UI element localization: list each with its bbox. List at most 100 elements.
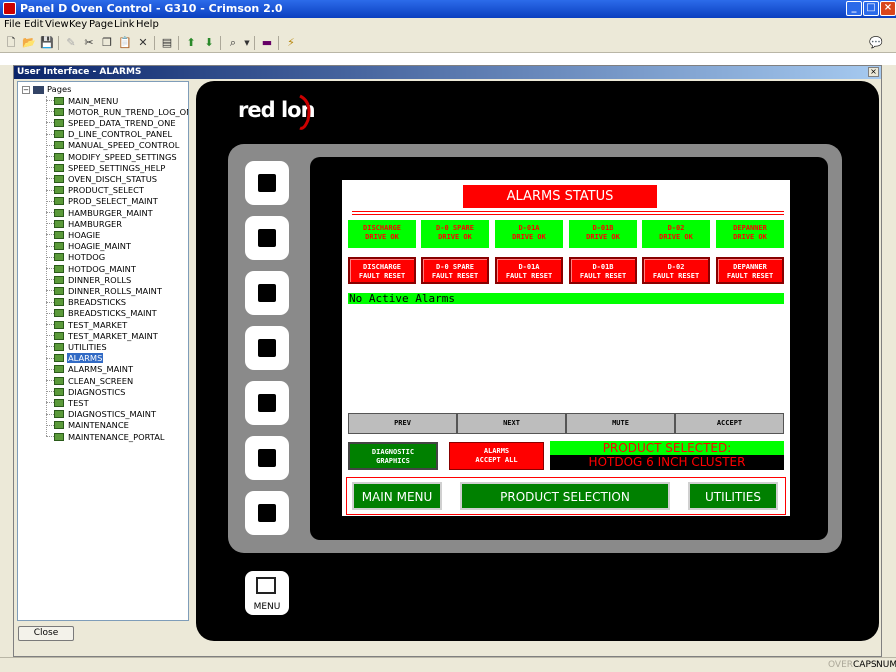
fault-reset-d01a-button[interactable]: D-01A FAULT RESET — [495, 257, 563, 284]
close-child-icon[interactable]: × — [868, 67, 879, 77]
tree-item-label: CLEAN_SCREEN — [68, 375, 134, 386]
diagnostic-graphics-button[interactable]: DIAGNOSTIC GRAPHICS — [348, 442, 438, 470]
tree-item-hoagie[interactable]: HOAGIE — [46, 229, 101, 240]
tree-item-oven-disch-status[interactable]: OVEN_DISCH_STATUS — [46, 173, 158, 184]
arrow-up-icon[interactable]: ⬆ — [183, 35, 199, 51]
properties-icon[interactable]: ▤ — [159, 35, 175, 51]
soft-key-3[interactable] — [245, 271, 289, 315]
tree-item-test[interactable]: TEST — [46, 397, 90, 408]
tree-item-speed-settings-help[interactable]: SPEED_SETTINGS_HELP — [46, 162, 166, 173]
tree-item-hotdog[interactable]: HOTDOG — [46, 252, 106, 263]
menu-link[interactable]: Link — [114, 19, 134, 30]
cut-icon[interactable]: ✂ — [81, 35, 97, 51]
accept-button[interactable]: ACCEPT — [675, 413, 784, 434]
paste-icon[interactable]: 📋 — [117, 35, 133, 51]
menu-file[interactable]: File — [4, 19, 21, 30]
soft-key-4[interactable] — [245, 326, 289, 370]
tree-item-maintenance[interactable]: MAINTENANCE — [46, 420, 130, 431]
tree-item-speed-data-trend-one[interactable]: SPEED_DATA_TREND_ONE — [46, 117, 177, 128]
menu-help[interactable]: Help — [136, 19, 159, 30]
fault-reset-discharge-button[interactable]: DISCHARGE FAULT RESET — [348, 257, 416, 284]
tree-item-modify-speed-settings[interactable]: MODIFY_SPEED_SETTINGS — [46, 151, 178, 162]
tree-item-diagnostics-maint[interactable]: DIAGNOSTICS_MAINT — [46, 409, 157, 420]
page-icon — [54, 118, 64, 127]
tree-item-utilities[interactable]: UTILITIES — [46, 341, 108, 352]
page-icon — [54, 342, 64, 351]
tree-item-breadsticks[interactable]: BREADSTICKS — [46, 297, 127, 308]
close-window-icon[interactable]: × — [880, 1, 896, 16]
tree-item-label: BREADSTICKS — [68, 297, 127, 308]
tree-item-hamburger[interactable]: HAMBURGER — [46, 218, 123, 229]
fault-reset-d0-spare-button[interactable]: D-0 SPARE FAULT RESET — [421, 257, 489, 284]
menu-key[interactable]: Key — [69, 19, 87, 30]
menu-page[interactable]: Page — [89, 19, 113, 30]
tree-item-alarms-maint[interactable]: ALARMS_MAINT — [46, 364, 134, 375]
copy-icon[interactable]: ❐ — [99, 35, 115, 51]
tree-item-manual-speed-control[interactable]: MANUAL_SPEED_CONTROL — [46, 140, 180, 151]
soft-key-1[interactable] — [245, 161, 289, 205]
open-folder-icon[interactable]: 📂 — [21, 35, 37, 51]
tree-item-hoagie-maint[interactable]: HOAGIE_MAINT — [46, 241, 132, 252]
new-file-icon[interactable]: 🗋 — [3, 35, 19, 51]
tree-item-d-line-control-panel[interactable]: D_LINE_CONTROL_PANEL — [46, 129, 173, 140]
tree-item-product-select[interactable]: PRODUCT_SELECT — [46, 185, 145, 196]
help-balloon-icon[interactable]: 💬 — [868, 35, 884, 51]
page-icon — [54, 208, 64, 217]
tree-item-label: ALARMS — [67, 353, 104, 364]
soft-key-2[interactable] — [245, 216, 289, 260]
tree-item-motor-run-trend-log-one[interactable]: MOTOR_RUN_TREND_LOG_ONE — [46, 106, 188, 117]
fault-reset-depanner-button[interactable]: DEPANNER FAULT RESET — [716, 257, 784, 284]
toolbar: 🗋 📂 💾 ✎ ✂ ❐ 📋 ✕ ▤ ⬆ ⬇ ⌕ ▼ ▬ ⚡ 💬 — [0, 33, 896, 53]
chevron-down-icon[interactable]: ▼ — [239, 35, 255, 51]
window-title: Panel D Oven Control - G310 - Crimson 2.… — [20, 2, 283, 15]
display-icon[interactable]: ▬ — [259, 35, 275, 51]
tree-item-label: MAIN_MENU — [68, 95, 119, 106]
utilities-button[interactable]: UTILITIES — [688, 482, 778, 510]
tree-item-test-market[interactable]: TEST_MARKET — [46, 319, 128, 330]
tree-item-breadsticks-maint[interactable]: BREADSTICKS_MAINT — [46, 308, 158, 319]
collapse-icon[interactable]: − — [22, 85, 30, 94]
page-icon — [54, 286, 64, 295]
app-window: Panel D Oven Control - G310 - Crimson 2.… — [0, 0, 896, 672]
tree-item-alarms[interactable]: ALARMS — [46, 353, 104, 364]
minimize-icon[interactable]: _ — [846, 1, 862, 16]
maximize-icon[interactable]: □ — [863, 1, 879, 16]
save-icon[interactable]: 💾 — [39, 35, 55, 51]
menu-view[interactable]: View — [45, 19, 69, 30]
mute-button[interactable]: MUTE — [566, 413, 675, 434]
tree-item-label: ALARMS_MAINT — [68, 364, 134, 375]
tree-root-pages[interactable]: − Pages — [22, 84, 71, 94]
main-menu-button[interactable]: MAIN MENU — [352, 482, 442, 510]
menu-edit[interactable]: Edit — [24, 19, 43, 30]
lightning-icon[interactable]: ⚡ — [283, 35, 299, 51]
tree-item-prod-select-maint[interactable]: PROD_SELECT_MAINT — [46, 196, 159, 207]
page-icon — [54, 264, 64, 273]
pencil-icon[interactable]: ✎ — [63, 35, 79, 51]
tree-item-test-market-maint[interactable]: TEST_MARKET_MAINT — [46, 330, 159, 341]
logo-arc-icon — [299, 94, 311, 130]
tree-item-hotdog-maint[interactable]: HOTDOG_MAINT — [46, 263, 137, 274]
alarms-accept-all-button[interactable]: ALARMS ACCEPT ALL — [449, 442, 544, 470]
menu-key[interactable]: MENU — [245, 571, 289, 615]
arrow-down-icon[interactable]: ⬇ — [201, 35, 217, 51]
tree-item-maintenance-portal[interactable]: MAINTENANCE_PORTAL — [46, 431, 166, 442]
next-button[interactable]: NEXT — [457, 413, 566, 434]
tree-item-label: HOAGIE — [68, 229, 101, 240]
tree-item-dinner-rolls-maint[interactable]: DINNER_ROLLS_MAINT — [46, 285, 163, 296]
soft-key-5[interactable] — [245, 381, 289, 425]
fault-reset-d01b-button[interactable]: D-01B FAULT RESET — [569, 257, 637, 284]
prev-button[interactable]: PREV — [348, 413, 457, 434]
tree-item-diagnostics[interactable]: DIAGNOSTICS — [46, 386, 126, 397]
close-button[interactable]: Close — [18, 626, 74, 641]
tree-item-hamburger-maint[interactable]: HAMBURGER_MAINT — [46, 207, 154, 218]
soft-key-7[interactable] — [245, 491, 289, 535]
page-icon — [54, 298, 64, 307]
product-selection-button[interactable]: PRODUCT SELECTION — [460, 482, 670, 510]
tree-item-dinner-rolls[interactable]: DINNER_ROLLS — [46, 274, 132, 285]
tree-item-label: SPEED_DATA_TREND_ONE — [68, 117, 176, 128]
tree-item-main-menu[interactable]: MAIN_MENU — [46, 95, 119, 106]
delete-icon[interactable]: ✕ — [135, 35, 151, 51]
tree-item-clean-screen[interactable]: CLEAN_SCREEN — [46, 375, 134, 386]
fault-reset-d02-button[interactable]: D-02 FAULT RESET — [642, 257, 710, 284]
soft-key-6[interactable] — [245, 436, 289, 480]
